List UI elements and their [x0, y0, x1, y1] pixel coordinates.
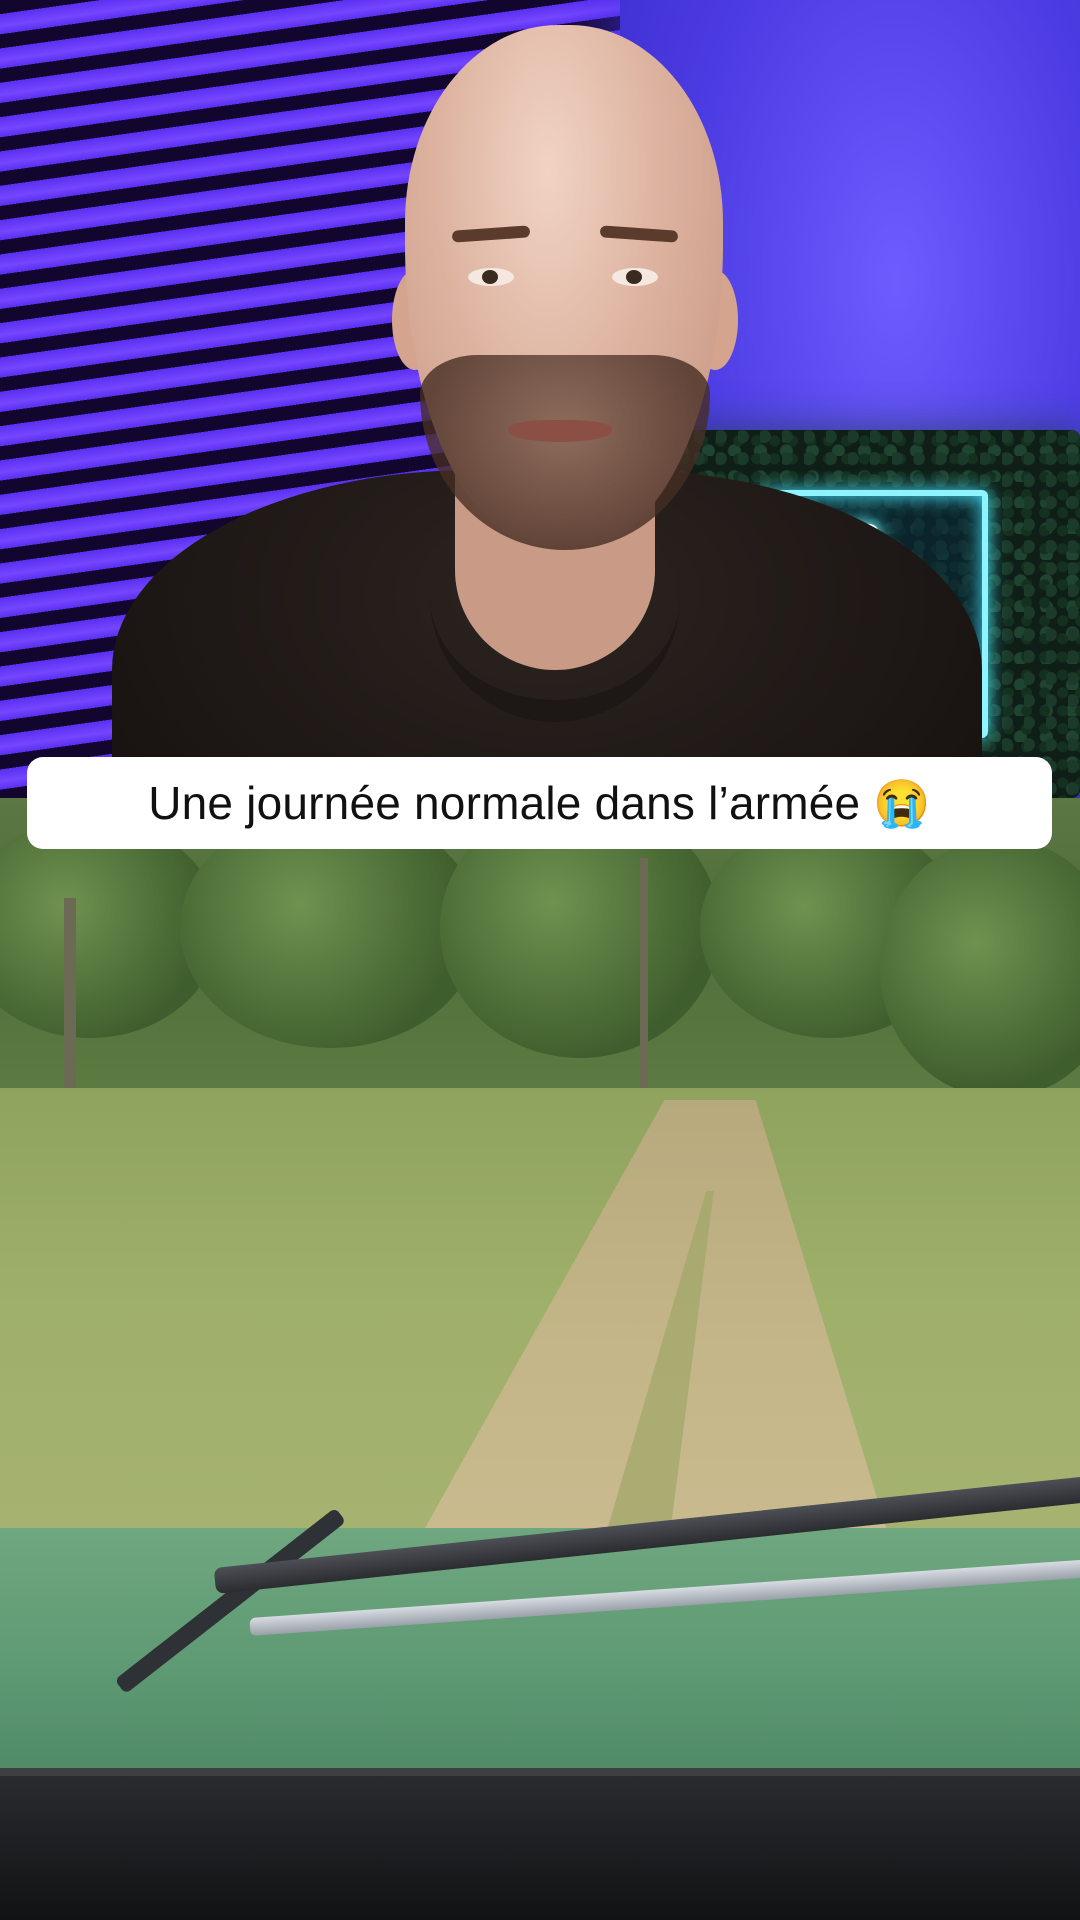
- dashboard: [0, 1776, 1080, 1920]
- caption-text: Une journée normale dans l’armée 😭: [148, 776, 931, 829]
- right-eye: [612, 268, 658, 286]
- presenter: [0, 0, 1080, 798]
- mouth: [508, 420, 612, 442]
- tree-trunk: [640, 858, 648, 1088]
- dashcam-clip-panel: [0, 798, 1080, 1920]
- caption-bar: Une journée normale dans l’armée 😭: [27, 757, 1052, 849]
- left-eye: [468, 268, 514, 286]
- reaction-video-panel: B N: [0, 0, 1080, 798]
- tree-trunk: [64, 898, 76, 1108]
